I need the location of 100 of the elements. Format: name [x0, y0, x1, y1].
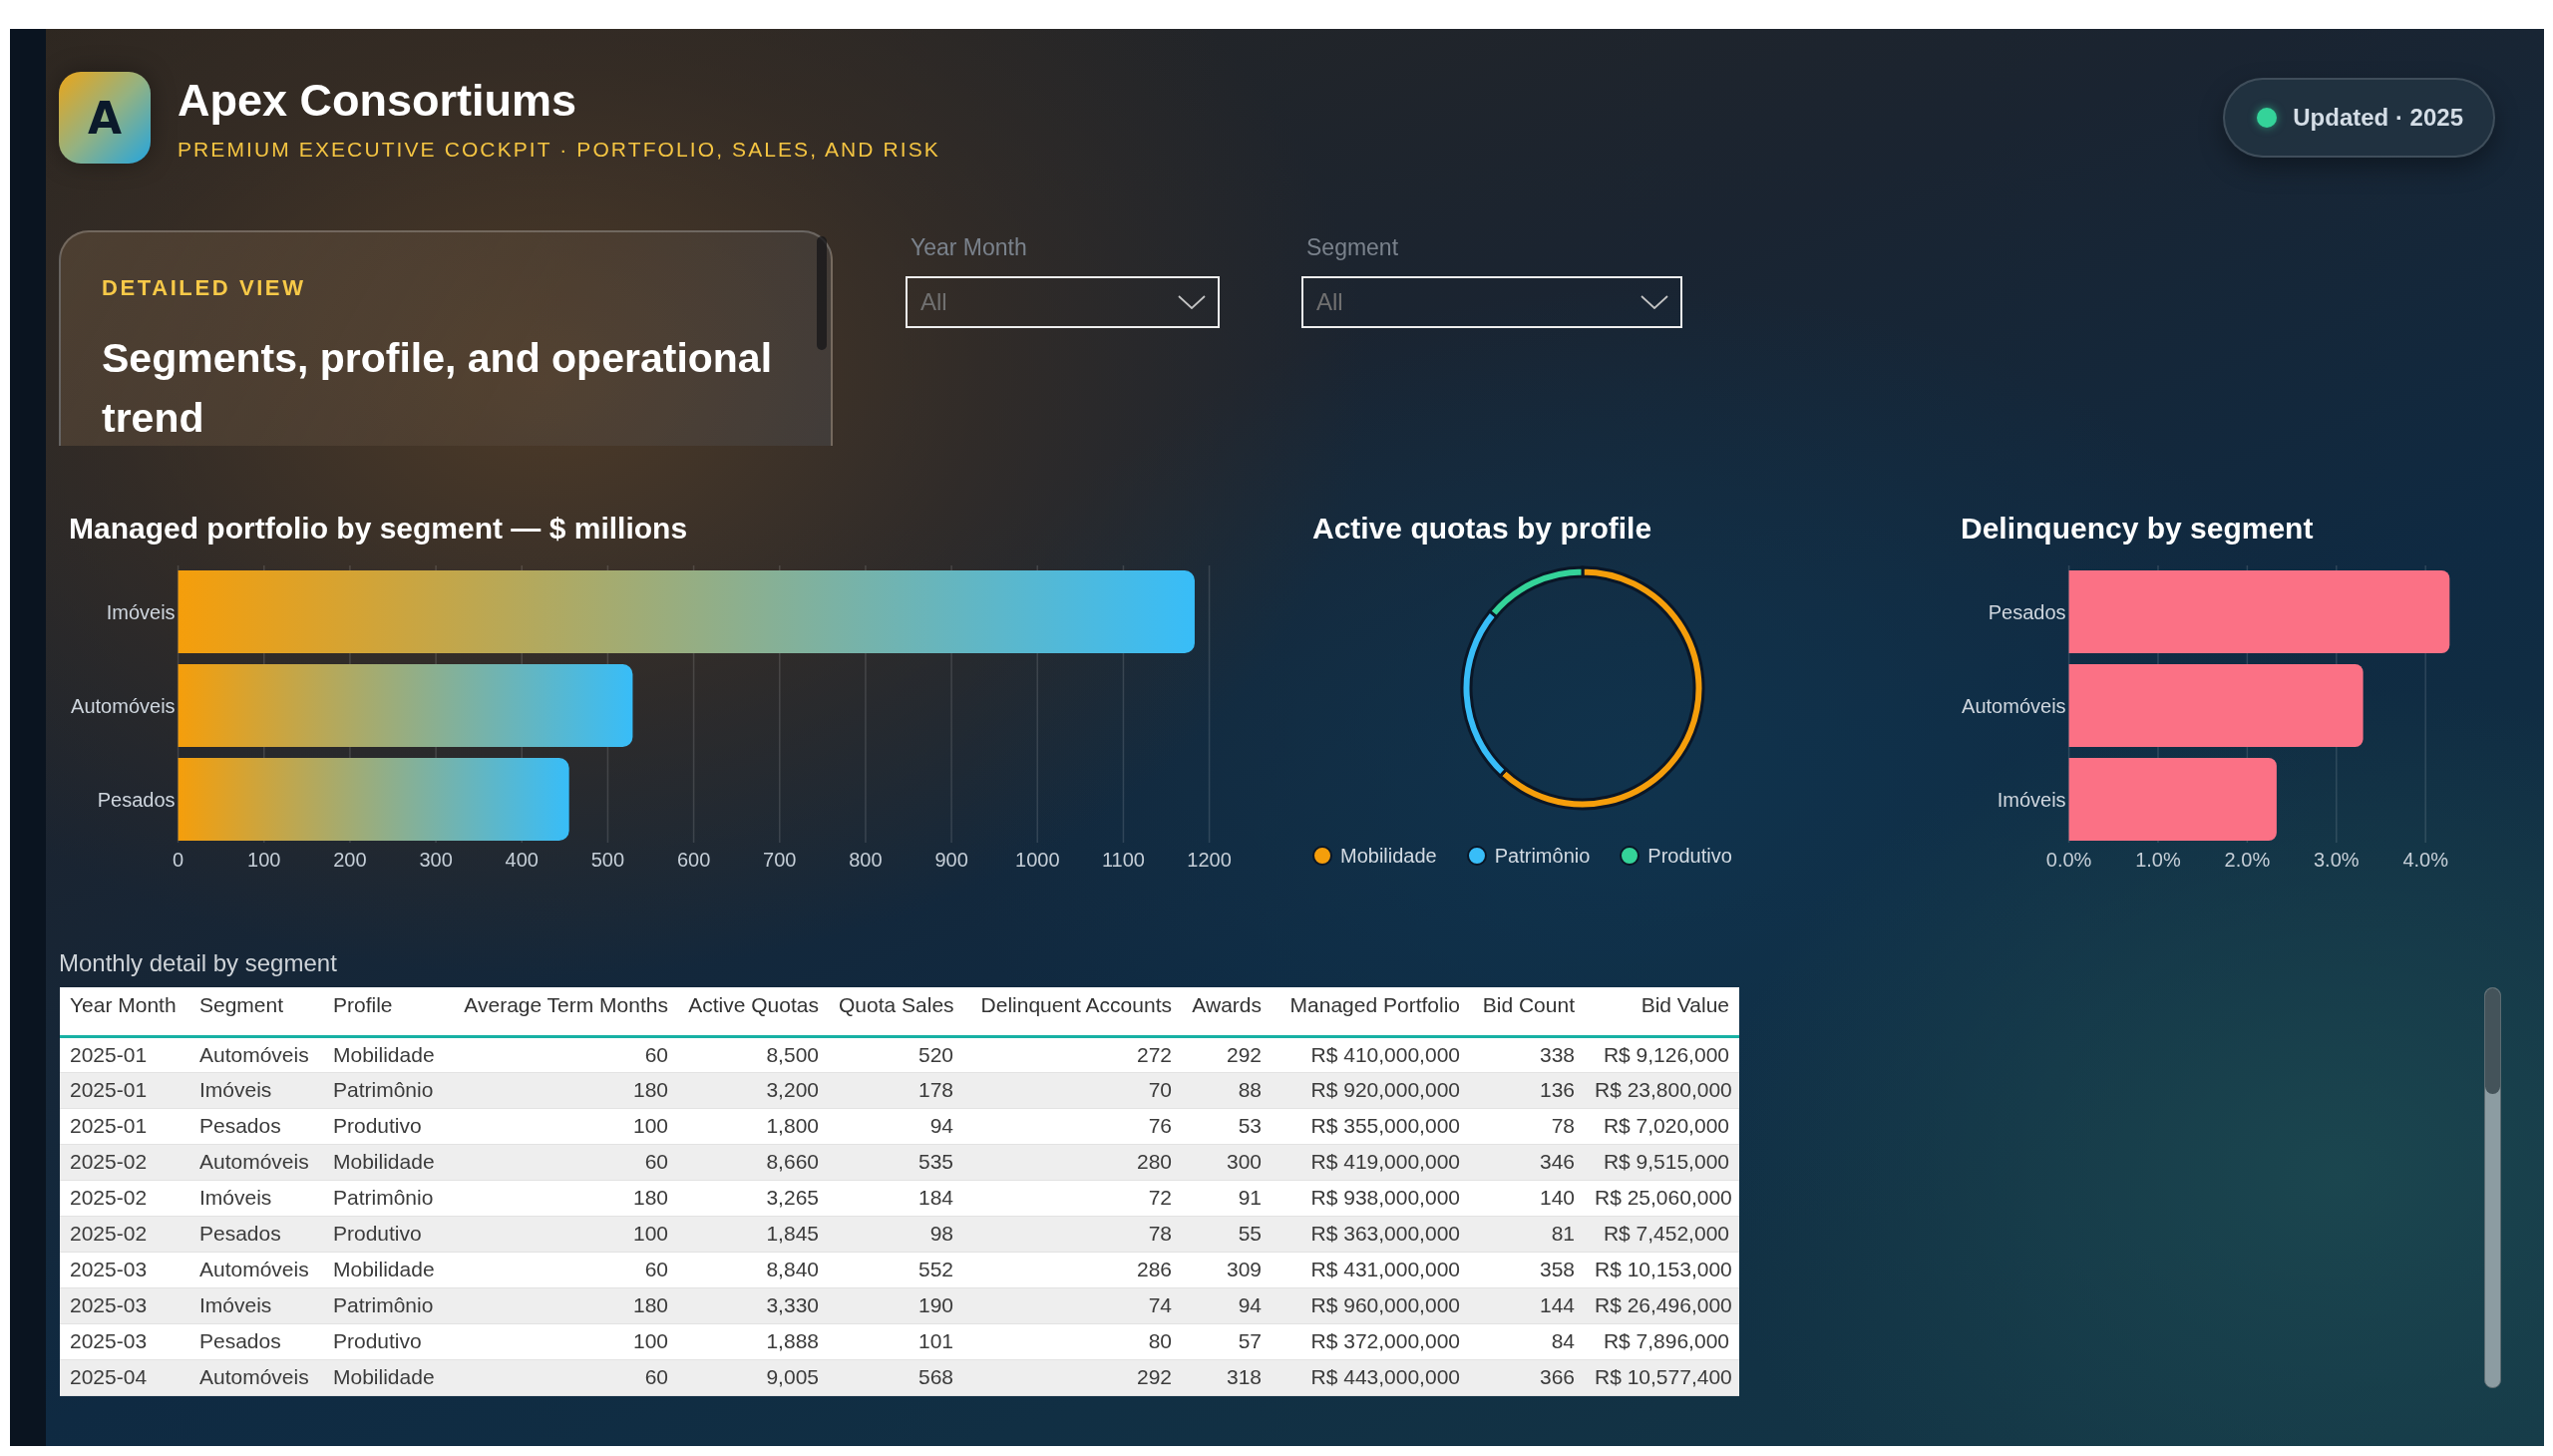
- table-cell: 180: [451, 1180, 678, 1216]
- table-cell: R$ 443,000,000: [1272, 1359, 1470, 1395]
- table-cell: 78: [963, 1216, 1182, 1252]
- table-cell: R$ 7,896,000: [1585, 1323, 1739, 1359]
- category-label: Automóveis: [71, 694, 176, 717]
- table-cell: Automóveis: [189, 1144, 323, 1180]
- section-eyebrow: DETAILED VIEW: [102, 275, 307, 301]
- legend-label: Patrimônio: [1494, 844, 1591, 868]
- section-heading: Segments, profile, and operational trend: [102, 334, 774, 443]
- status-text: Updated · 2025: [2293, 103, 2463, 133]
- category-label: Imóveis: [106, 600, 176, 623]
- table-cell: R$ 10,577,400: [1585, 1359, 1739, 1395]
- table-cell: 552: [829, 1252, 963, 1287]
- table-cell: 60: [451, 1359, 678, 1395]
- chart-title: Delinquency by segment: [1961, 512, 2314, 546]
- category-label: Automóveis: [1962, 694, 2066, 717]
- table-cell: 1,888: [678, 1323, 829, 1359]
- table-cell: 358: [1470, 1252, 1585, 1287]
- app-title: Apex Consortiums: [178, 76, 577, 126]
- table-cell: 60: [451, 1252, 678, 1287]
- table-cell: 1,800: [678, 1108, 829, 1144]
- table-cell: 292: [1182, 1036, 1272, 1072]
- axis-tick-label: 200: [333, 849, 367, 871]
- table-cell: 2025-04: [60, 1359, 189, 1395]
- table-cell: Produtivo: [323, 1216, 451, 1252]
- table-cell: 88: [1182, 1072, 1272, 1108]
- table-cell: 74: [963, 1287, 1182, 1323]
- table-cell: R$ 9,515,000: [1585, 1144, 1739, 1180]
- chart-title: Active quotas by profile: [1312, 512, 1652, 546]
- axis-tick-label: 600: [676, 849, 711, 871]
- axis-tick-label: 1100: [1101, 849, 1145, 871]
- table-cell: 8,840: [678, 1252, 829, 1287]
- table-cell: Patrimônio: [323, 1180, 451, 1216]
- chart-title: Managed portfolio by segment — $ millions: [69, 512, 688, 546]
- table-cell: R$ 355,000,000: [1272, 1108, 1470, 1144]
- table-cell: 280: [963, 1144, 1182, 1180]
- table-cell: 2025-02: [60, 1144, 189, 1180]
- scroll-track[interactable]: [2484, 987, 2501, 1388]
- table-cell: R$ 7,452,000: [1585, 1216, 1739, 1252]
- table-cell: 53: [1182, 1108, 1272, 1144]
- table-cell: 76: [963, 1108, 1182, 1144]
- category-label: Pesados: [97, 788, 176, 811]
- filter-label: Year Month: [911, 233, 1027, 262]
- table-cell: 60: [451, 1036, 678, 1072]
- table-cell: Pesados: [189, 1323, 323, 1359]
- table-cell: 286: [963, 1252, 1182, 1287]
- table-cell: Imóveis: [189, 1180, 323, 1216]
- table-cell: 568: [829, 1359, 963, 1395]
- table-cell: 84: [1470, 1323, 1585, 1359]
- table-cell: Pesados: [189, 1108, 323, 1144]
- table-cell: R$ 419,000,000: [1272, 1144, 1470, 1180]
- table-cell: 180: [451, 1072, 678, 1108]
- table-cell: 2025-02: [60, 1180, 189, 1216]
- table-cell: 2025-03: [60, 1323, 189, 1359]
- table-cell: Pesados: [189, 1216, 323, 1252]
- app-subtitle: PREMIUM EXECUTIVE COCKPIT · PORTFOLIO, SALES, AND RISK: [178, 137, 940, 163]
- table-cell: R$ 938,000,000: [1272, 1180, 1470, 1216]
- table-cell: Produtivo: [323, 1323, 451, 1359]
- axis-tick-label: 3.0%: [2314, 849, 2360, 871]
- table-cell: R$ 960,000,000: [1272, 1287, 1470, 1323]
- chevron-down-icon: [1178, 295, 1206, 309]
- table-cell: 300: [1182, 1144, 1272, 1180]
- table-cell: 3,265: [678, 1180, 829, 1216]
- axis-tick-label: 1.0%: [2135, 849, 2181, 871]
- table-cell: 2025-02: [60, 1216, 189, 1252]
- table-cell: R$ 10,153,000: [1585, 1252, 1739, 1287]
- axis-tick-label: 1000: [1015, 849, 1060, 871]
- axis-tick-label: 400: [505, 849, 539, 871]
- table-cell: R$ 920,000,000: [1272, 1072, 1470, 1108]
- table-cell: R$ 9,126,000: [1585, 1036, 1739, 1072]
- chevron-down-icon: [1641, 295, 1668, 309]
- scroll-thumb[interactable]: [817, 236, 827, 350]
- table-cell: 8,660: [678, 1144, 829, 1180]
- category-label: Imóveis: [1997, 788, 2066, 811]
- table-cell: 81: [1470, 1216, 1585, 1252]
- table-cell: 3,330: [678, 1287, 829, 1323]
- axis-tick-label: 900: [934, 849, 968, 871]
- table-cell: R$ 410,000,000: [1272, 1036, 1470, 1072]
- table-cell: 98: [829, 1216, 963, 1252]
- table-cell: 8,500: [678, 1036, 829, 1072]
- table-cell: 80: [963, 1323, 1182, 1359]
- table-cell: 140: [1470, 1180, 1585, 1216]
- table-cell: Mobilidade: [323, 1036, 451, 1072]
- table-cell: Automóveis: [189, 1359, 323, 1395]
- table-cell: 292: [963, 1359, 1182, 1395]
- table-cell: Imóveis: [189, 1287, 323, 1323]
- axis-tick-label: 0.0%: [2045, 849, 2092, 871]
- legend-label: Produtivo: [1647, 844, 1732, 868]
- table-cell: 100: [451, 1216, 678, 1252]
- table-cell: R$ 7,020,000: [1585, 1108, 1739, 1144]
- table-cell: 366: [1470, 1359, 1585, 1395]
- app-logo: A: [59, 72, 151, 164]
- axis-tick-label: 500: [590, 849, 625, 871]
- table-cell: R$ 363,000,000: [1272, 1216, 1470, 1252]
- axis-tick-label: 700: [763, 849, 797, 871]
- table-cell: 2025-01: [60, 1072, 189, 1108]
- scroll-thumb[interactable]: [2485, 988, 2500, 1094]
- table-cell: 346: [1470, 1144, 1585, 1180]
- table-cell: 94: [1182, 1287, 1272, 1323]
- category-label: Pesados: [1988, 600, 2066, 623]
